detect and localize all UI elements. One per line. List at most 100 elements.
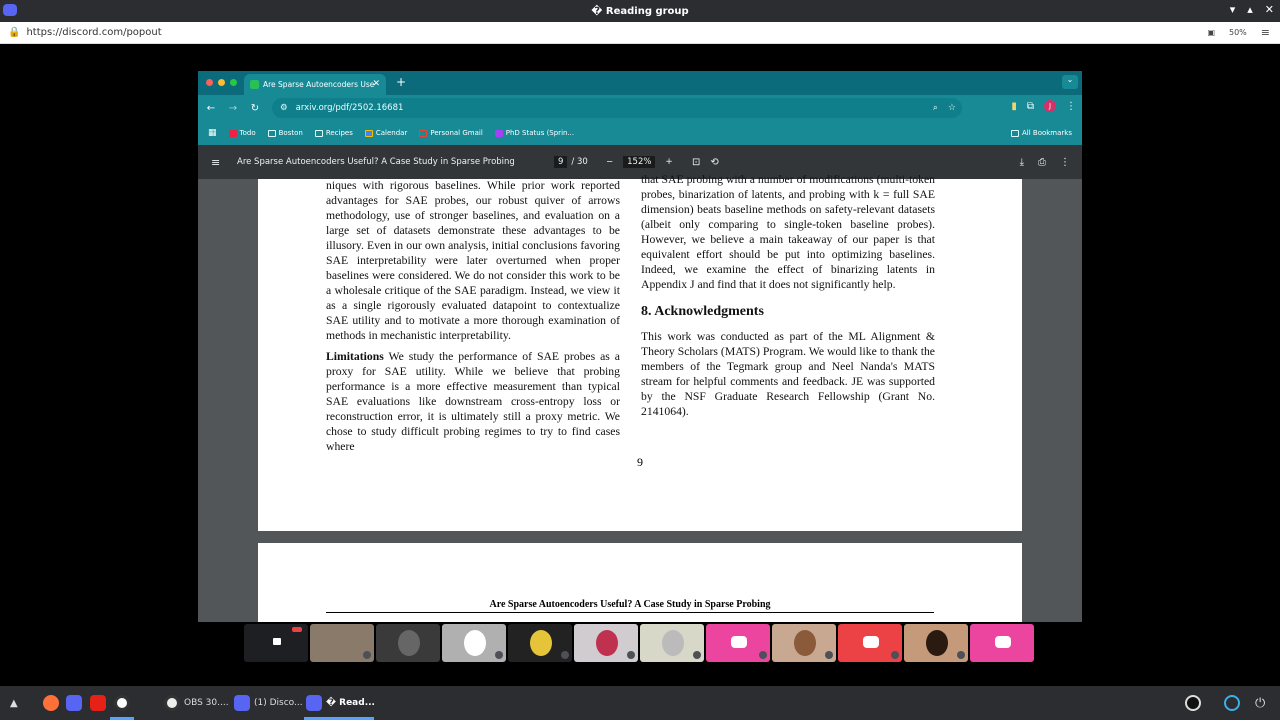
kebab-menu-icon[interactable]: ⋮ [1066, 101, 1076, 112]
running-header: Are Sparse Autoencoders Useful? A Case S… [326, 599, 934, 613]
fit-page-icon[interactable]: ⊡ [692, 157, 700, 168]
reload-icon[interactable]: ↻ [244, 103, 266, 114]
status-circle-icon[interactable] [1224, 686, 1240, 720]
lock-icon: 🔒 [8, 27, 21, 38]
mic-icon [891, 651, 899, 659]
bookmark-boston[interactable]: Boston [267, 129, 303, 137]
participant-tile[interactable] [706, 624, 770, 662]
mic-icon [495, 651, 503, 659]
paragraph: niques with rigorous baselines. While pr… [326, 179, 620, 342]
extensions-icon[interactable]: ⧉ [1027, 101, 1034, 112]
mic-icon [627, 651, 635, 659]
mic-icon [363, 651, 371, 659]
participant-tile[interactable] [376, 624, 440, 662]
youtube-icon[interactable] [90, 686, 106, 720]
zoom-out-icon[interactable]: − [606, 157, 613, 167]
pdf-menu-icon[interactable]: ≡ [211, 156, 220, 169]
zoom-input[interactable]: 152% [623, 156, 656, 168]
avatar [398, 630, 420, 656]
participant-tile[interactable] [640, 624, 704, 662]
shared-browser-window: Are Sparse Autoencoders Use ✕ + ⌄ ← → ↻ … [198, 71, 1082, 622]
download-icon[interactable]: ⤓ [1020, 157, 1024, 168]
obs-tray-icon[interactable] [1185, 686, 1201, 720]
tab-strip: Are Sparse Autoencoders Use ✕ + ⌄ [198, 71, 1082, 95]
tab-title: Are Sparse Autoencoders Use [263, 80, 375, 89]
minimize-dot-icon[interactable] [218, 79, 225, 86]
rotate-icon[interactable]: ⟲ [710, 157, 718, 168]
site-info-icon[interactable]: ⚙ [280, 103, 288, 113]
profile-avatar[interactable]: J [1044, 100, 1056, 112]
pdf-title: Are Sparse Autoencoders Useful? A Case S… [237, 157, 515, 167]
participant-tile[interactable] [838, 624, 902, 662]
start-menu-icon[interactable]: ▲ [10, 686, 18, 720]
popout-urlbar: 🔒 https://discord.com/popout ▣ 50% ≡ [0, 22, 1280, 44]
obs-icon[interactable] [114, 686, 130, 720]
taskbar-reading-group[interactable]: � Read... [306, 686, 375, 720]
discord-icon[interactable] [66, 686, 82, 720]
section-heading: 8. Acknowledgments [641, 304, 764, 319]
participant-tile[interactable] [310, 624, 374, 662]
live-badge [292, 627, 302, 632]
maximize-icon[interactable]: ▴ [1247, 3, 1253, 16]
zoom-lens-icon[interactable]: ⌕ [933, 103, 938, 113]
zoom-dot-icon[interactable] [230, 79, 237, 86]
minimize-icon[interactable]: ▾ [1230, 3, 1236, 16]
bookmark-phd-status[interactable]: PhD Status (Sprin... [494, 129, 574, 137]
pdf-page-10: Are Sparse Autoencoders Useful? A Case S… [258, 543, 1022, 622]
address-text: arxiv.org/pdf/2502.16681 [295, 103, 404, 113]
screen-icon[interactable]: ▣ [1207, 28, 1215, 37]
taskbar: ▲ OBS 30.... (1) Disco... � Read... ⏻ [0, 686, 1280, 720]
bookmark-star-icon[interactable]: ☆ [948, 103, 956, 113]
tab-search-icon[interactable]: ⌄ [1062, 75, 1078, 89]
chat-icon [273, 638, 281, 645]
more-options-icon[interactable]: ⋮ [1060, 157, 1070, 168]
participant-tile-self[interactable] [244, 624, 308, 662]
favicon-icon [250, 80, 259, 89]
participant-strip [244, 624, 1034, 662]
tab-arxiv[interactable]: Are Sparse Autoencoders Use ✕ [244, 74, 386, 95]
avatar [794, 630, 816, 656]
firefox-icon[interactable] [43, 686, 59, 720]
discord-icon [863, 636, 879, 648]
mic-icon [957, 651, 965, 659]
all-bookmarks[interactable]: All Bookmarks [1010, 129, 1072, 137]
participant-tile[interactable] [970, 624, 1034, 662]
page-input[interactable]: 9 [554, 156, 568, 168]
pdf-page-9: niques with rigorous baselines. While pr… [258, 173, 1022, 531]
acknowledgments-paragraph: This work was conducted as part of the M… [641, 330, 935, 418]
zoom-in-icon[interactable]: + [665, 157, 672, 167]
window-titlebar: � Reading group ▾ ▴ ✕ [0, 0, 1280, 22]
participant-tile[interactable] [442, 624, 506, 662]
address-bar[interactable]: ⚙ arxiv.org/pdf/2502.16681 ⌕ ☆ [272, 98, 962, 118]
participant-tile[interactable] [508, 624, 572, 662]
pdf-toolbar: ≡ Are Sparse Autoencoders Useful? A Case… [198, 145, 1082, 179]
print-icon[interactable]: ⎙ [1038, 157, 1046, 168]
discord-icon [3, 4, 17, 16]
forward-icon[interactable]: → [222, 103, 244, 114]
bookmark-gmail[interactable]: Personal Gmail [419, 129, 483, 137]
back-icon[interactable]: ← [200, 103, 222, 114]
notes-icon[interactable]: ▮ [1011, 101, 1017, 112]
menu-icon[interactable]: ≡ [1261, 26, 1270, 39]
apps-grid-icon[interactable]: ▦ [208, 128, 217, 138]
taskbar-obs[interactable]: OBS 30.... [164, 686, 229, 720]
window-title: � Reading group [591, 5, 689, 17]
left-column: niques with rigorous baselines. While pr… [326, 178, 620, 460]
new-tab-icon[interactable]: + [396, 75, 406, 89]
participant-tile[interactable] [772, 624, 836, 662]
avatar [662, 630, 684, 656]
power-icon[interactable]: ⏻ [1255, 686, 1265, 720]
participant-tile[interactable] [574, 624, 638, 662]
participant-tile[interactable] [904, 624, 968, 662]
bookmark-calendar[interactable]: Calendar [364, 129, 407, 137]
close-dot-icon[interactable] [206, 79, 213, 86]
mic-icon [693, 651, 701, 659]
limitations-text: We study the performance of SAE probes a… [326, 350, 620, 453]
avatar [464, 630, 486, 656]
bookmark-todo[interactable]: Todo [228, 129, 256, 137]
taskbar-discord[interactable]: (1) Disco... [234, 686, 303, 720]
tab-close-icon[interactable]: ✕ [372, 79, 380, 89]
mic-icon [825, 651, 833, 659]
bookmark-recipes[interactable]: Recipes [314, 129, 353, 137]
close-icon[interactable]: ✕ [1265, 3, 1274, 16]
